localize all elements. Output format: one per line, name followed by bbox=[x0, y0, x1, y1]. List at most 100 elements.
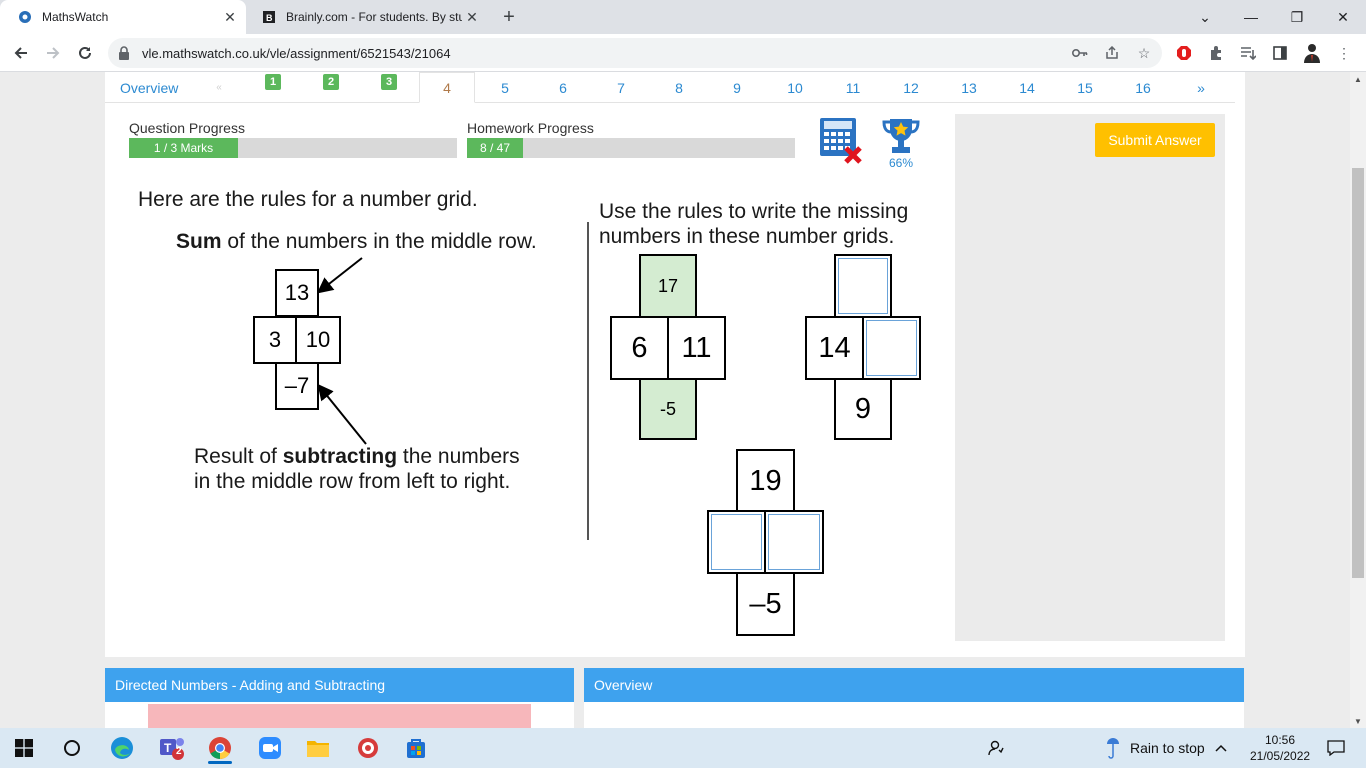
teams-badge: 2 bbox=[176, 746, 182, 757]
page-scrollbar[interactable]: ▲ ▼ bbox=[1350, 72, 1366, 728]
grid3-right-field[interactable] bbox=[768, 514, 820, 570]
forward-arrow-icon[interactable] bbox=[40, 40, 66, 66]
question-11-link[interactable]: 11 bbox=[838, 72, 868, 103]
svg-text:T: T bbox=[164, 741, 172, 755]
tray-chevron-up-icon[interactable] bbox=[1210, 732, 1232, 764]
extensions-puzzle-icon[interactable] bbox=[1202, 40, 1230, 66]
svg-text:B: B bbox=[266, 13, 273, 23]
question-13-link[interactable]: 13 bbox=[954, 72, 984, 103]
window-close-button[interactable]: ✕ bbox=[1320, 0, 1366, 34]
grid3-left-input[interactable] bbox=[707, 510, 766, 574]
grid2-right-field[interactable] bbox=[866, 320, 917, 376]
share-icon[interactable] bbox=[1098, 38, 1126, 68]
grid1-left-cell: 6 bbox=[610, 316, 669, 380]
calculator-not-allowed-icon bbox=[819, 116, 863, 164]
brainly-favicon-icon: B bbox=[262, 10, 276, 24]
back-arrow-icon[interactable] bbox=[8, 40, 34, 66]
tab-title: Brainly.com - For students. By stu bbox=[286, 10, 462, 24]
tab-search-icon[interactable]: ⌄ bbox=[1182, 0, 1228, 34]
question-divider bbox=[587, 222, 589, 540]
clock-time: 10:56 bbox=[1264, 733, 1296, 747]
grid1-bottom-answer[interactable]: -5 bbox=[639, 378, 697, 440]
file-explorer-icon[interactable] bbox=[298, 732, 338, 764]
browser-toolbar: vle.mathswatch.co.uk/vle/assignment/6521… bbox=[0, 34, 1366, 72]
question-15-link[interactable]: 15 bbox=[1070, 72, 1100, 103]
umbrella-icon bbox=[1106, 734, 1120, 763]
side-panel-icon[interactable] bbox=[1266, 40, 1294, 66]
maximize-button[interactable]: ❐ bbox=[1274, 0, 1320, 34]
windows-start-icon[interactable] bbox=[4, 732, 44, 764]
mathswatch-favicon-icon bbox=[18, 10, 32, 24]
scroll-down-icon[interactable]: ▼ bbox=[1350, 714, 1366, 728]
zoom-app-icon[interactable] bbox=[250, 732, 290, 764]
question-10-link[interactable]: 10 bbox=[780, 72, 810, 103]
tab-mathswatch[interactable]: MathsWatch ✕ bbox=[0, 0, 246, 34]
system-clock[interactable]: 10:56 21/05/2022 bbox=[1250, 732, 1310, 764]
question-16-link[interactable]: 16 bbox=[1128, 72, 1158, 103]
video-panel-body bbox=[105, 702, 574, 728]
bookmark-star-icon[interactable]: ☆ bbox=[1130, 38, 1158, 68]
trophy-percentage: 66% bbox=[888, 156, 914, 170]
video-panel-header: Directed Numbers - Adding and Subtractin… bbox=[105, 668, 574, 702]
chrome-menu-icon[interactable]: ⋮ bbox=[1330, 40, 1358, 66]
grid2-top-field[interactable] bbox=[838, 258, 888, 314]
subtract-rule-bold: subtracting bbox=[282, 445, 398, 468]
new-tab-button[interactable]: + bbox=[497, 5, 521, 29]
tab-close-icon[interactable]: ✕ bbox=[220, 9, 240, 26]
people-network-icon[interactable] bbox=[976, 732, 1016, 764]
tab-brainly[interactable]: B Brainly.com - For students. By stu ✕ bbox=[248, 0, 488, 34]
scrollbar-thumb[interactable] bbox=[1352, 168, 1364, 578]
grid2-bottom-cell: 9 bbox=[834, 378, 892, 440]
question-9-link[interactable]: 9 bbox=[722, 72, 752, 103]
subtract-rule-line2: in the middle row from left to right. bbox=[194, 470, 511, 493]
reading-list-icon[interactable] bbox=[1234, 40, 1262, 66]
grid3-left-field[interactable] bbox=[711, 514, 762, 570]
subtract-rule: Result of subtracting the numbers bbox=[194, 444, 520, 470]
grid1-right-cell: 11 bbox=[667, 316, 726, 380]
grid2-top-input[interactable] bbox=[834, 254, 892, 318]
key-icon[interactable] bbox=[1066, 38, 1094, 68]
windows-taskbar: T 2 Rain to stop 10:56 21/05/2022 bbox=[0, 728, 1366, 768]
grid3-right-input[interactable] bbox=[764, 510, 824, 574]
video-thumbnail[interactable] bbox=[148, 704, 531, 728]
store-app-icon[interactable] bbox=[396, 732, 436, 764]
question-12-link[interactable]: 12 bbox=[896, 72, 926, 103]
instruction-line2: numbers in these number grids. bbox=[599, 225, 895, 248]
grid2-left-cell: 14 bbox=[805, 316, 864, 380]
assignment-card: Overview « 1 2 3 4 5 6 7 8 9 10 11 12 13… bbox=[105, 72, 1245, 657]
grid1-top-answer[interactable]: 17 bbox=[639, 254, 697, 318]
browser-tab-bar: MathsWatch ✕ B Brainly.com - For student… bbox=[0, 0, 1366, 34]
profile-avatar[interactable] bbox=[1298, 40, 1326, 66]
adblock-extension-icon[interactable] bbox=[1170, 40, 1198, 66]
subtract-rule-pre: Result of bbox=[194, 445, 283, 468]
page-content: Overview « 1 2 3 4 5 6 7 8 9 10 11 12 13… bbox=[0, 72, 1350, 728]
next-questions-link[interactable]: » bbox=[1186, 72, 1216, 103]
teams-icon[interactable]: T 2 bbox=[152, 732, 192, 764]
url-text: vle.mathswatch.co.uk/vle/assignment/6521… bbox=[142, 45, 451, 61]
search-circle-icon[interactable] bbox=[52, 732, 92, 764]
vpn-shield-icon[interactable] bbox=[348, 732, 388, 764]
chrome-taskbar-icon[interactable] bbox=[200, 732, 240, 764]
subtract-arrow bbox=[317, 383, 367, 445]
tab-title: MathsWatch bbox=[42, 10, 109, 24]
weather-widget[interactable]: Rain to stop bbox=[1106, 728, 1205, 768]
tab-close-icon[interactable]: ✕ bbox=[462, 9, 482, 26]
grid2-right-input[interactable] bbox=[862, 316, 921, 380]
edge-browser-icon[interactable] bbox=[102, 732, 142, 764]
minimize-button[interactable]: — bbox=[1228, 0, 1274, 34]
answer-side-panel: Submit Answer bbox=[955, 114, 1225, 641]
overview-panel-header: Overview bbox=[584, 668, 1244, 702]
clock-date: 21/05/2022 bbox=[1250, 749, 1311, 763]
scroll-up-icon[interactable]: ▲ bbox=[1350, 72, 1366, 86]
sum-arrow bbox=[316, 257, 363, 294]
example-arrows bbox=[316, 257, 367, 445]
subtract-rule-post: the numbers bbox=[397, 445, 520, 468]
notifications-icon[interactable] bbox=[1316, 732, 1356, 764]
instruction-line1: Use the rules to write the missing bbox=[599, 200, 909, 223]
reload-icon[interactable] bbox=[72, 40, 98, 66]
trophy-icon bbox=[881, 116, 921, 156]
overview-panel-body bbox=[584, 702, 1244, 728]
submit-answer-button[interactable]: Submit Answer bbox=[1095, 123, 1215, 157]
question-14-link[interactable]: 14 bbox=[1012, 72, 1042, 103]
address-bar[interactable]: vle.mathswatch.co.uk/vle/assignment/6521… bbox=[108, 38, 1162, 68]
